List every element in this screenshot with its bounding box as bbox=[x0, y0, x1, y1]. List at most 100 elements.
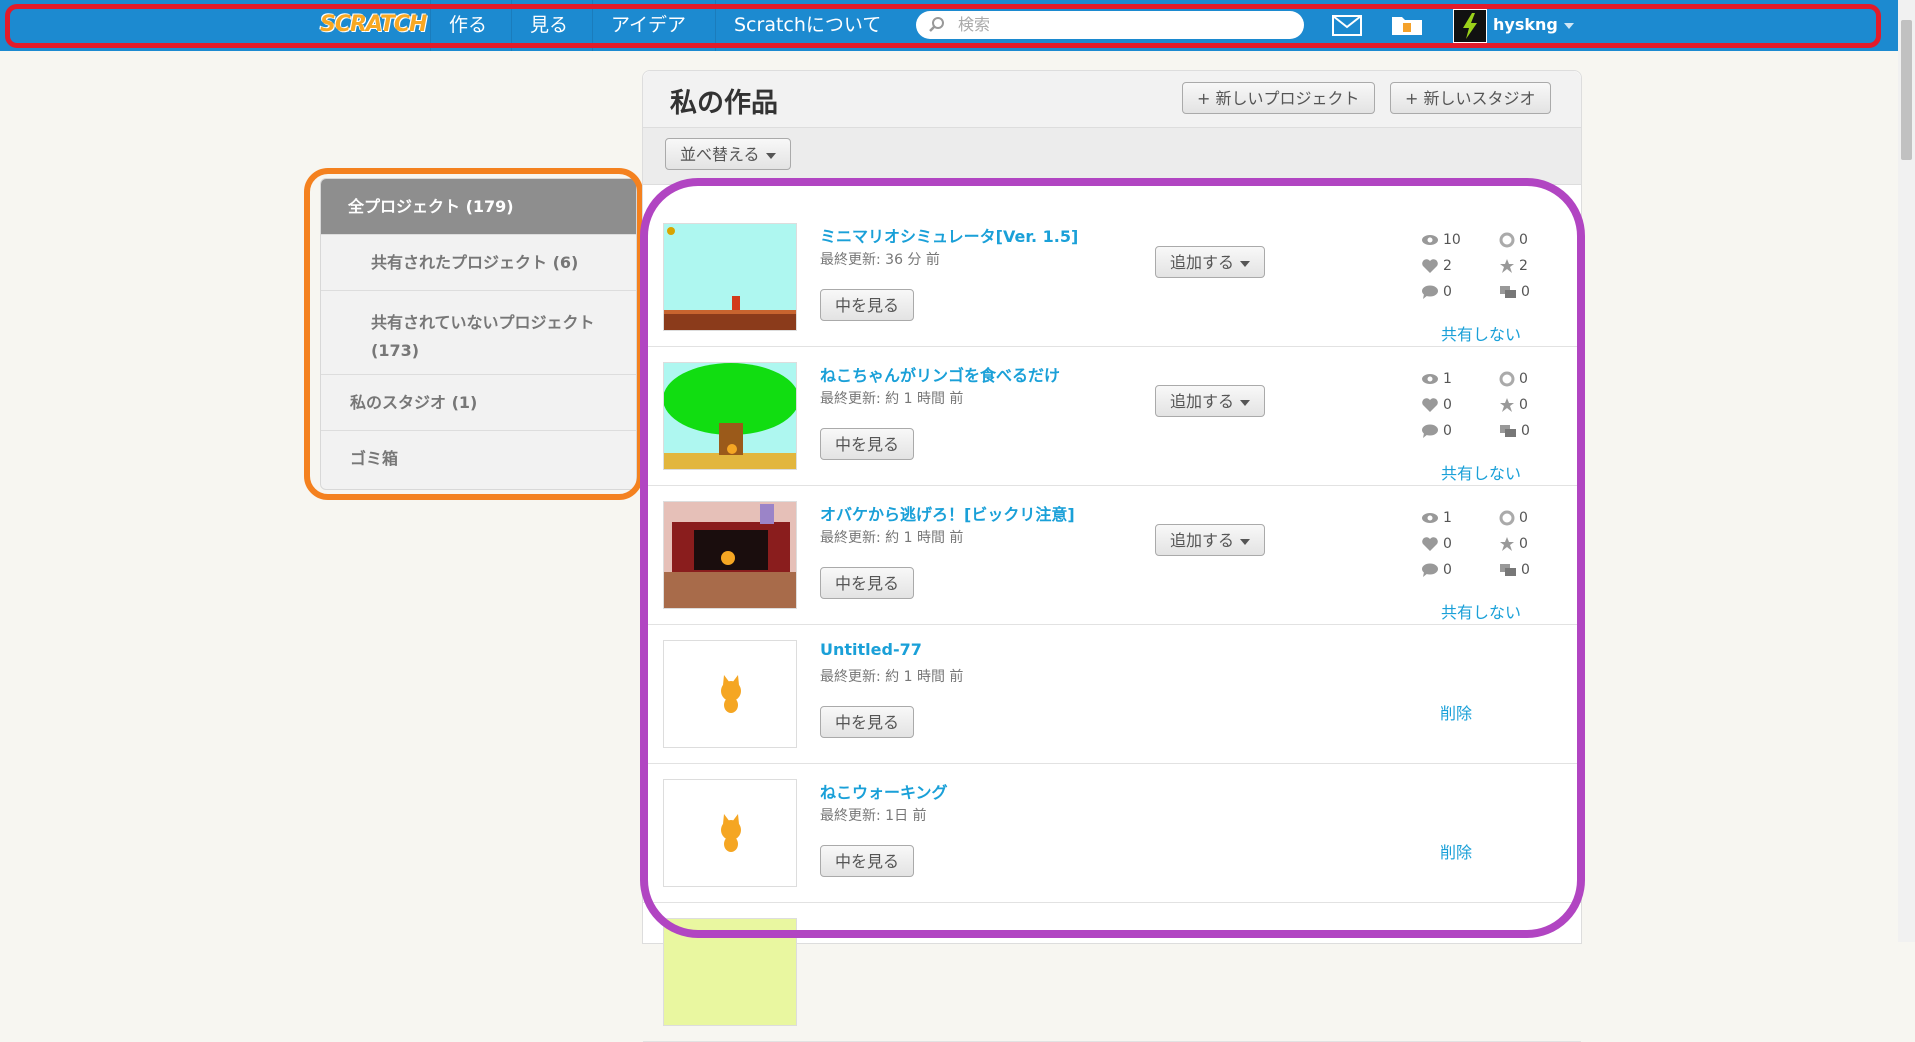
sidebar-item-count: (1) bbox=[451, 393, 478, 412]
add-to-dropdown[interactable]: 追加する bbox=[1155, 246, 1266, 278]
sidebar-item-label: 共有されていないプロジェクト bbox=[371, 313, 595, 332]
love-icon bbox=[1422, 537, 1438, 551]
views-count: 1 bbox=[1443, 371, 1452, 387]
comments-count: 0 bbox=[1443, 562, 1452, 578]
panel-header: 私の作品 + 新しいプロジェクト + 新しいスタジオ bbox=[643, 71, 1581, 128]
project-updated: 最終更新: 約 1 時間 前 bbox=[820, 530, 964, 546]
add-label: 追加する bbox=[1170, 253, 1235, 272]
user-menu[interactable]: hyskng bbox=[1493, 0, 1574, 50]
delete-link[interactable]: 削除 bbox=[1440, 700, 1472, 724]
unshare-link[interactable]: 共有しない bbox=[1441, 599, 1521, 623]
views-count: 10 bbox=[1443, 232, 1461, 248]
new-studio-button[interactable]: + 新しいスタジオ bbox=[1390, 82, 1551, 114]
project-title[interactable]: ねこウォーキング bbox=[820, 779, 948, 803]
sidebar-item-unshared-projects[interactable]: 共有されていないプロジェクト (173) bbox=[321, 291, 636, 375]
studios-icon bbox=[1500, 425, 1516, 437]
see-inside-button[interactable]: 中を見る bbox=[820, 428, 915, 460]
nav-ideas[interactable]: アイデア bbox=[592, 0, 704, 51]
chevron-down-icon bbox=[1240, 538, 1251, 545]
search-placeholder: 検索 bbox=[958, 15, 991, 34]
project-title[interactable]: ねこちゃんがリンゴを食べるだけ bbox=[820, 362, 1060, 386]
project-updated: 最終更新: 1日 前 bbox=[820, 808, 927, 824]
scrollbar[interactable] bbox=[1898, 0, 1915, 942]
project-updated: 最終更新: 約 1 時間 前 bbox=[820, 669, 964, 685]
add-label: 追加する bbox=[1170, 392, 1235, 411]
project-updated: 最終更新: 約 1 時間 前 bbox=[820, 391, 964, 407]
loves-count: 2 bbox=[1443, 258, 1452, 274]
delete-link[interactable]: 削除 bbox=[1440, 839, 1472, 863]
project-thumbnail[interactable] bbox=[663, 779, 797, 887]
scrollbar-thumb[interactable] bbox=[1901, 20, 1912, 160]
nav-explore[interactable]: 見る bbox=[511, 0, 586, 51]
studios-icon bbox=[1500, 286, 1516, 298]
sidebar-item-my-studios[interactable]: 私のスタジオ (1) bbox=[321, 375, 636, 431]
favorite-star-icon bbox=[1500, 537, 1514, 551]
cat-sprite-thumbnail-image bbox=[721, 814, 741, 852]
unshare-link[interactable]: 共有しない bbox=[1441, 321, 1521, 345]
sidebar-item-label: 私のスタジオ bbox=[350, 393, 447, 412]
chevron-down-icon bbox=[1563, 22, 1574, 29]
comments-count: 0 bbox=[1443, 284, 1452, 300]
comments-count: 0 bbox=[1443, 423, 1452, 439]
favorites-count: 2 bbox=[1519, 258, 1528, 274]
scratch-logo[interactable]: SCRATCH bbox=[320, 10, 427, 40]
chevron-down-icon bbox=[1240, 399, 1251, 406]
project-updated: 最終更新: 36 分 前 bbox=[820, 252, 940, 268]
favorite-star-icon bbox=[1500, 398, 1514, 412]
sort-label: 並べ替える bbox=[680, 145, 760, 164]
add-to-dropdown[interactable]: 追加する bbox=[1155, 385, 1266, 417]
studios-count: 0 bbox=[1521, 423, 1530, 439]
favorites-count: 0 bbox=[1519, 536, 1528, 552]
love-icon bbox=[1422, 259, 1438, 273]
sort-dropdown[interactable]: 並べ替える bbox=[665, 138, 791, 170]
chevron-down-icon bbox=[765, 152, 776, 159]
page-title: 私の作品 bbox=[670, 88, 778, 119]
chevron-down-icon bbox=[1240, 260, 1251, 267]
studios-count: 0 bbox=[1521, 562, 1530, 578]
project-title[interactable]: ミニマリオシミュレータ[Ver. 1.5] bbox=[820, 223, 1078, 247]
remix-icon bbox=[1499, 371, 1515, 387]
nav-about[interactable]: Scratchについて bbox=[715, 0, 899, 51]
my-stuff-folder-icon[interactable] bbox=[1390, 13, 1424, 37]
see-inside-button[interactable]: 中を見る bbox=[820, 289, 915, 321]
project-row: Untitled-77 最終更新: 約 1 時間 前 中を見る 削除 bbox=[643, 624, 1581, 764]
remix-icon bbox=[1499, 510, 1515, 526]
sidebar-item-label: ゴミ箱 bbox=[350, 449, 399, 468]
project-thumbnail[interactable] bbox=[663, 362, 797, 470]
sidebar-item-all-projects[interactable]: 全プロジェクト (179) bbox=[321, 179, 636, 235]
project-title[interactable]: オバケから逃げろ！[ビックリ注意] bbox=[820, 501, 1075, 525]
project-thumbnail[interactable] bbox=[663, 918, 797, 1026]
project-thumbnail[interactable] bbox=[663, 501, 797, 609]
see-inside-button[interactable]: 中を見る bbox=[820, 567, 915, 599]
remixes-count: 0 bbox=[1519, 232, 1528, 248]
project-row: ねこちゃんがリンゴを食べるだけ 最終更新: 約 1 時間 前 中を見る 追加する… bbox=[643, 346, 1581, 486]
sidebar-item-label: 全プロジェクト bbox=[348, 197, 461, 216]
project-thumbnail[interactable] bbox=[663, 640, 797, 748]
loves-count: 0 bbox=[1443, 536, 1452, 552]
project-thumbnail[interactable] bbox=[663, 223, 797, 331]
project-title[interactable]: Untitled-77 bbox=[820, 640, 922, 659]
see-inside-button[interactable]: 中を見る bbox=[820, 845, 915, 877]
love-icon bbox=[1422, 398, 1438, 412]
sidebar-item-label: 共有されたプロジェクト bbox=[371, 253, 548, 272]
sidebar-item-shared-projects[interactable]: 共有されたプロジェクト (6) bbox=[321, 235, 636, 291]
project-filter-sidebar: 全プロジェクト (179) 共有されたプロジェクト (6) 共有されていないプロ… bbox=[320, 178, 637, 490]
avatar[interactable] bbox=[1453, 9, 1487, 43]
stage-thumbnail-image bbox=[664, 502, 796, 608]
sidebar-item-trash[interactable]: ゴミ箱 bbox=[321, 431, 636, 487]
search-input[interactable]: 検索 bbox=[916, 11, 1304, 39]
studios-count: 0 bbox=[1521, 284, 1530, 300]
add-to-dropdown[interactable]: 追加する bbox=[1155, 524, 1266, 556]
nav-create[interactable]: 作る bbox=[430, 0, 505, 51]
see-inside-button[interactable]: 中を見る bbox=[820, 706, 915, 738]
sort-toolbar: 並べ替える bbox=[643, 128, 1581, 185]
favorites-count: 0 bbox=[1519, 397, 1528, 413]
loves-count: 0 bbox=[1443, 397, 1452, 413]
project-row: ねこウォーキング 最終更新: 1日 前 中を見る 削除 bbox=[643, 763, 1581, 903]
favorite-star-icon bbox=[1500, 259, 1514, 273]
new-project-button[interactable]: + 新しいプロジェクト bbox=[1182, 82, 1375, 114]
remixes-count: 0 bbox=[1519, 510, 1528, 526]
unshare-link[interactable]: 共有しない bbox=[1441, 460, 1521, 484]
comment-icon bbox=[1422, 285, 1438, 299]
messages-icon[interactable] bbox=[1332, 15, 1362, 36]
